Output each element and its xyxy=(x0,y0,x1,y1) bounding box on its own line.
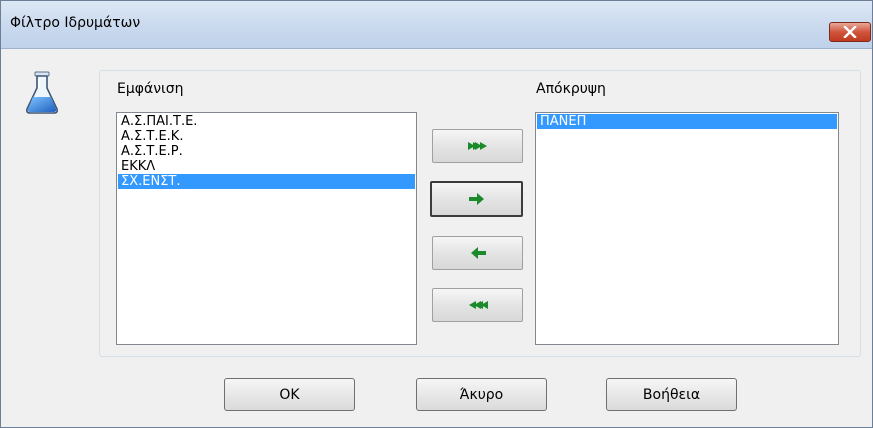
move-all-left-button[interactable] xyxy=(432,288,523,322)
hide-listbox[interactable]: ΠΑΝΕΠ xyxy=(535,112,839,345)
close-icon xyxy=(843,26,857,38)
move-selected-right-button[interactable] xyxy=(430,181,523,217)
list-item[interactable]: Α.Σ.ΠΑΙ.Τ.Ε. xyxy=(118,114,415,129)
list-item-selected[interactable]: ΠΑΝΕΠ xyxy=(537,114,837,129)
cancel-button[interactable]: Άκυρο xyxy=(416,378,547,411)
hide-list-label: Απόκρυψη xyxy=(536,81,606,97)
flask-icon xyxy=(25,71,59,119)
list-item[interactable]: Α.Σ.Τ.Ε.Κ. xyxy=(118,129,415,144)
help-button[interactable]: Βοήθεια xyxy=(606,378,737,411)
ok-button[interactable]: OK xyxy=(224,378,355,411)
show-listbox[interactable]: Α.Σ.ΠΑΙ.Τ.Ε. Α.Σ.Τ.Ε.Κ. Α.Σ.Τ.Ε.Ρ. ΕΚΚΛ … xyxy=(116,112,417,345)
list-item[interactable]: ΕΚΚΛ xyxy=(118,159,415,174)
list-item-selected[interactable]: ΣΧ.ΕΝΣΤ. xyxy=(118,174,415,189)
close-button[interactable] xyxy=(829,22,871,42)
arrow-left-icon xyxy=(470,247,486,259)
double-arrow-right-icon xyxy=(467,142,487,150)
title-bar[interactable]: Φίλτρο Ιδρυμάτων xyxy=(1,1,872,49)
arrow-right-icon xyxy=(468,193,484,205)
dialog-window: Φίλτρο Ιδρυμάτων Εμφάνιση Α.Σ.ΠΑΙ.Τ.Ε. Α… xyxy=(0,0,873,428)
show-list-label: Εμφάνιση xyxy=(117,81,184,97)
double-arrow-left-icon xyxy=(468,301,488,309)
move-all-right-button[interactable] xyxy=(432,129,523,163)
move-selected-left-button[interactable] xyxy=(432,236,523,270)
window-title: Φίλτρο Ιδρυμάτων xyxy=(10,15,141,31)
list-item[interactable]: Α.Σ.Τ.Ε.Ρ. xyxy=(118,144,415,159)
